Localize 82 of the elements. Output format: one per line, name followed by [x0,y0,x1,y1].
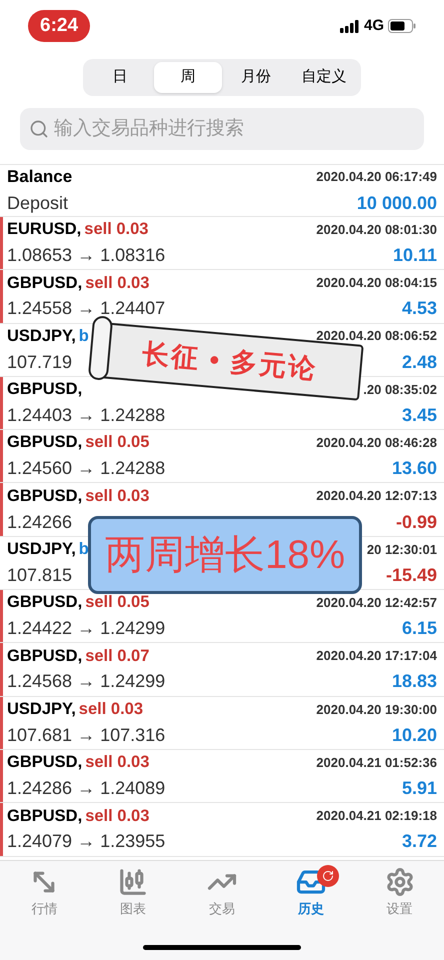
deal-symbol: GBPUSD, [7,379,82,400]
deal-time: 2020.04.21 02:19:18 [316,807,437,826]
deal-profit: 3.72 [402,830,437,854]
deal-prices: 1.24422 → 1.24299 [7,617,166,640]
period-tab[interactable]: 月份 [222,62,290,93]
deal-side: sell 0.03 [85,486,150,507]
deal-prices: 107.719 [7,350,72,374]
period-tab[interactable]: 周 [154,62,222,93]
deal-side: sell 0.05 [85,592,150,614]
deal-profit: 6.15 [402,617,437,640]
deal-time: 2020.04.20 12:07:13 [316,487,437,506]
deal-time: 2020.04.20 17:17:04 [316,647,437,666]
deal-profit: 13.60 [392,457,437,480]
clock: 6:24 [28,10,90,42]
deal-profit: -0.99 [396,510,437,534]
deal-time: 2020.04.21 01:52:36 [316,754,437,772]
deal-prices: 1.24266 [7,510,72,534]
candlestick-icon [118,867,148,897]
search-icon [29,119,49,139]
deal-symbol: EURUSD, [7,219,82,240]
deal-profit: 5.91 [402,776,437,800]
deal-symbol: GBPUSD, [7,752,82,774]
deal-profit: 4.53 [402,297,437,320]
deal-profit: 10.20 [392,724,437,747]
deal-symbol: GBPUSD, [7,432,82,454]
nav-tab[interactable]: 历史 [276,867,346,918]
deal-time: 2020.04.20 19:30:00 [316,700,437,719]
settings-icon [384,867,415,897]
deal-symbol: USDJPY, [7,539,76,560]
deal-side: sell 0.03 [78,698,144,720]
nav-tab[interactable]: 设置 [364,867,435,918]
caption-sticker-text: 两周增长18% [104,532,346,579]
deal-time: 2020.04.20 08:01:30 [316,220,437,239]
nav-tab[interactable]: 图表 [98,867,168,918]
deal-side: b [78,539,89,560]
deal-symbol: GBPUSD, [7,486,82,507]
balance-title: Balance [7,166,72,188]
period-tab[interactable]: 自定义 [290,62,358,93]
deal-time: 2020.04.20 06:17:49 [316,168,437,186]
deal-side: b [78,326,89,347]
deal-time: 2020.04.20 08:06:52 [316,327,437,346]
deal-profit: -15.49 [386,564,437,587]
deal-prices: 1.24558 → 1.24407 [7,297,166,320]
deal-prices: 107.681 → 107.316 [7,724,166,747]
deal-side: sell 0.03 [85,752,150,774]
deal-symbol: USDJPY, [7,698,76,720]
deal-side: sell 0.03 [84,219,148,240]
deal-time: 2020.04.20 12:42:57 [316,594,437,612]
deal-profit: 10.11 [392,244,437,268]
deal-time: 20 12:30:01 [366,540,437,559]
deal-side: sell 0.03 [85,806,150,827]
battery-icon [388,19,416,33]
nav-tab[interactable]: 行情 [9,867,80,918]
deal-profit: 3.45 [402,404,437,427]
scroll-sticker-text: 长征 • 多元论 [140,338,319,386]
nav-tab[interactable]: 交易 [186,867,257,918]
deal-prices: 107.815 [7,564,72,587]
deal-prices: 1.24568 → 1.24299 [7,670,166,694]
deal-prices: 1.24560 → 1.24288 [7,457,166,480]
period-tab[interactable]: 日 [86,62,154,93]
deal-profit: 18.83 [392,670,437,694]
deal-prices: 1.24079 → 1.23955 [7,830,166,854]
search-field[interactable]: 输入交易品种进行搜索 [20,108,424,150]
deal-prices: 1.08653 → 1.08316 [7,244,166,268]
deal-symbol: USDJPY, [7,326,76,347]
deal-side: sell 0.05 [85,432,150,454]
deal-profit: 2.48 [402,350,437,374]
signal-icon [340,20,360,32]
deal-prices: 1.24286 → 1.24089 [7,776,166,800]
deal-side: sell 0.03 [85,272,150,294]
deal-side: sell 0.07 [85,646,150,667]
balance-subtitle: Deposit [7,192,68,215]
deal-symbol: GBPUSD, [7,806,82,827]
network-label: 4G [364,16,384,36]
deal-time: 2020.04.20 08:46:28 [316,434,437,452]
deal-time: 2020.04.20 08:04:15 [316,274,437,292]
deal-time: .20 08:35:02 [363,380,437,399]
deal-symbol: GBPUSD, [7,592,82,614]
balance-amount: 10 000.00 [356,192,437,215]
deal-symbol: GBPUSD, [7,272,82,294]
deal-symbol: GBPUSD, [7,646,82,667]
deal-prices: 1.24403 → 1.24288 [7,404,166,427]
